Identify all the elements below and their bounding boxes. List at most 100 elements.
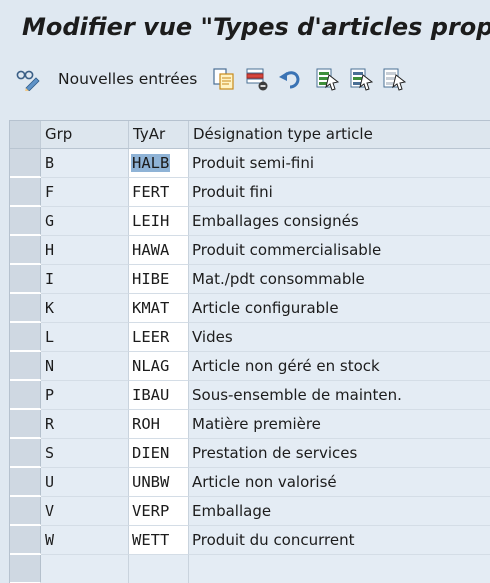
row-selector[interactable] [10, 149, 41, 177]
table-row: H HAWA Produit commercialisable [10, 236, 490, 265]
row-selector[interactable] [10, 236, 41, 264]
cell-grp: F [41, 178, 129, 207]
cell-tyar-input[interactable]: HALB [129, 149, 189, 178]
cell-tyar-value: KMAT [132, 299, 170, 317]
cell-grp: B [41, 149, 129, 178]
row-selector[interactable] [10, 265, 41, 293]
table-row: B HALB Produit semi-fini [10, 149, 490, 178]
cell-designation: Mat./pdt consommable [189, 265, 490, 294]
cell-tyar-input[interactable]: IBAU [129, 381, 189, 410]
cell-designation: Prestation de services [189, 439, 490, 468]
row-selector[interactable] [10, 468, 41, 496]
cell-designation: Produit du concurrent [189, 526, 490, 555]
table-row: K KMAT Article configurable [10, 294, 490, 323]
table-row: V VERP Emballage [10, 497, 490, 526]
cell-grp: N [41, 352, 129, 381]
row-selector[interactable] [10, 497, 41, 525]
cell-tyar-value: HALB [131, 154, 171, 172]
table-row: R ROH Matière première [10, 410, 490, 439]
row-selector[interactable] [10, 207, 41, 235]
cell-tyar-input[interactable]: HAWA [129, 236, 189, 265]
cell-grp: S [41, 439, 129, 468]
cell-tyar-value: UNBW [132, 473, 170, 491]
row-selector[interactable] [10, 323, 41, 351]
empty-table-row [10, 555, 490, 583]
cell-grp: L [41, 323, 129, 352]
delete-icon[interactable] [245, 67, 269, 91]
table-row: S DIEN Prestation de services [10, 439, 490, 468]
application-toolbar: Nouvelles entrées [0, 53, 490, 105]
cell-tyar-value: ROH [132, 415, 160, 433]
row-selector[interactable] [10, 352, 41, 380]
table-row: U UNBW Article non valorisé [10, 468, 490, 497]
cell-designation: Emballages consignés [189, 207, 490, 236]
cell-tyar-input[interactable]: FERT [129, 178, 189, 207]
cell-designation: Vides [189, 323, 490, 352]
row-selector[interactable] [10, 555, 41, 583]
cell-grp: U [41, 468, 129, 497]
cell-tyar-value: HIBE [132, 270, 170, 288]
table-row: W WETT Produit du concurrent [10, 526, 490, 555]
cell-tyar-input[interactable]: VERP [129, 497, 189, 526]
cell-designation: Matière première [189, 410, 490, 439]
select-all-rows-cell[interactable] [10, 121, 41, 148]
cell-grp: R [41, 410, 129, 439]
display-change-icon[interactable] [16, 67, 40, 91]
cell-tyar-empty[interactable] [129, 555, 189, 583]
table-control: Grp TyAr Désignation type article B HALB P… [9, 120, 490, 583]
cell-tyar-input[interactable]: DIEN [129, 439, 189, 468]
cell-tyar-value: LEIH [132, 212, 170, 230]
title-bar: Modifier vue "Types d'articles proposés" [0, 0, 490, 53]
row-selector[interactable] [10, 294, 41, 322]
cell-tyar-input[interactable]: LEIH [129, 207, 189, 236]
cell-designation: Article configurable [189, 294, 490, 323]
cell-designation: Produit commercialisable [189, 236, 490, 265]
cell-tyar-input[interactable]: KMAT [129, 294, 189, 323]
cell-grp: V [41, 497, 129, 526]
cell-designation: Sous-ensemble de mainten. [189, 381, 490, 410]
cell-tyar-input[interactable]: HIBE [129, 265, 189, 294]
table-row: I HIBE Mat./pdt consommable [10, 265, 490, 294]
cell-grp: I [41, 265, 129, 294]
cell-tyar-value: FERT [132, 183, 170, 201]
cell-tyar-value: LEER [132, 328, 170, 346]
new-entries-button[interactable]: Nouvelles entrées [58, 70, 197, 88]
row-selector[interactable] [10, 439, 41, 467]
column-header-designation[interactable]: Désignation type article [189, 121, 490, 148]
select-block-icon[interactable] [349, 67, 373, 91]
cell-tyar-value: NLAG [132, 357, 170, 375]
cell-tyar-value: DIEN [132, 444, 170, 462]
column-header-grp[interactable]: Grp [41, 121, 129, 148]
page-title: Modifier vue "Types d'articles proposés" [22, 13, 490, 41]
undo-icon[interactable] [278, 67, 302, 91]
cell-designation: Article non géré en stock [189, 352, 490, 381]
cell-tyar-input[interactable]: NLAG [129, 352, 189, 381]
row-selector[interactable] [10, 410, 41, 438]
cell-tyar-input[interactable]: LEER [129, 323, 189, 352]
cell-designation-empty [189, 555, 490, 583]
select-all-icon[interactable] [315, 67, 339, 91]
cell-designation: Article non valorisé [189, 468, 490, 497]
cell-tyar-input[interactable]: UNBW [129, 468, 189, 497]
deselect-all-icon[interactable] [382, 67, 406, 91]
cell-tyar-value: VERP [132, 502, 170, 520]
cell-tyar-input[interactable]: ROH [129, 410, 189, 439]
cell-grp: W [41, 526, 129, 555]
cell-grp-empty [41, 555, 129, 583]
row-selector[interactable] [10, 526, 41, 554]
table-row: G LEIH Emballages consignés [10, 207, 490, 236]
cell-grp: P [41, 381, 129, 410]
cell-tyar-value: IBAU [132, 386, 170, 404]
cell-tyar-value: WETT [132, 531, 170, 549]
row-selector[interactable] [10, 178, 41, 206]
copy-icon[interactable] [212, 67, 236, 91]
table-row: N NLAG Article non géré en stock [10, 352, 490, 381]
table-row: P IBAU Sous-ensemble de mainten. [10, 381, 490, 410]
row-selector[interactable] [10, 381, 41, 409]
cell-tyar-input[interactable]: WETT [129, 526, 189, 555]
cell-grp: H [41, 236, 129, 265]
cell-designation: Emballage [189, 497, 490, 526]
cell-designation: Produit fini [189, 178, 490, 207]
column-header-tyar[interactable]: TyAr [129, 121, 189, 148]
table-row: L LEER Vides [10, 323, 490, 352]
